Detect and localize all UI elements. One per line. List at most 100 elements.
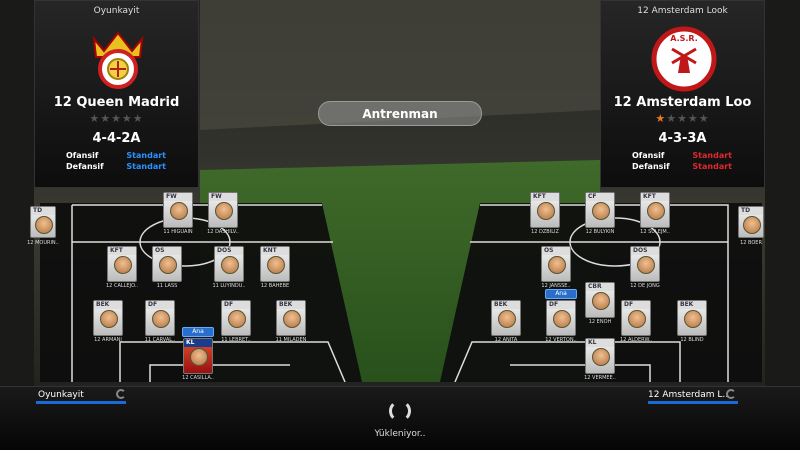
- player-face: [228, 310, 246, 328]
- right-player-card[interactable]: KL: [585, 338, 615, 374]
- player-position: DF: [222, 301, 250, 309]
- player-face: [267, 256, 285, 274]
- right-owner-name: 12 Amsterdam Look: [637, 6, 728, 16]
- offense-label: Ofansif: [66, 151, 99, 160]
- player-name-label: 12 VERTON..: [545, 337, 577, 343]
- player-position: BEK: [277, 301, 305, 309]
- player-position: DF: [146, 301, 174, 309]
- left-player-card[interactable]: DOS: [214, 246, 244, 282]
- right-player-card[interactable]: CBR: [585, 282, 615, 318]
- right-sub-card[interactable]: TD: [738, 206, 764, 238]
- player-position: BEK: [678, 301, 706, 309]
- player-name-label: 12 CALLEJO..: [106, 283, 138, 289]
- player-name-label: 11 LUYINDU..: [212, 283, 246, 289]
- right-player-card[interactable]: BEK: [491, 300, 521, 336]
- player-face: [114, 256, 132, 274]
- left-player-card[interactable]: OS: [152, 246, 182, 282]
- player-face: [159, 256, 177, 274]
- player-position: DF: [622, 301, 650, 309]
- left-player-card[interactable]: BEK: [276, 300, 306, 336]
- left-sub-card[interactable]: TD: [30, 206, 56, 238]
- player-face: [592, 202, 610, 220]
- player-name-label: 12 DZBILIZ: [531, 229, 559, 235]
- player-position: CBR: [586, 283, 614, 291]
- left-player-card[interactable]: DF: [221, 300, 251, 336]
- left-sub-label: 12 MOURIN..: [27, 240, 59, 246]
- player-face: [592, 348, 610, 366]
- player-face: [100, 310, 118, 328]
- left-player-card[interactable]: BEK: [93, 300, 123, 336]
- player-position: FW: [209, 193, 237, 201]
- player-face: [498, 310, 516, 328]
- training-mode-banner[interactable]: Antrenman: [318, 101, 482, 126]
- player-face: [283, 310, 301, 328]
- left-player-card[interactable]: KFT: [107, 246, 137, 282]
- left-player-card[interactable]: FW: [163, 192, 193, 228]
- defense-value: Standart: [126, 162, 166, 171]
- player-position: CF: [586, 193, 614, 201]
- player-name-label: 12 CASILLA..: [182, 375, 214, 381]
- player-face: [553, 310, 571, 328]
- left-progress-bar: [36, 401, 126, 404]
- captain-badge: Ana: [182, 327, 214, 337]
- player-name-label: 11 LEBRET..: [221, 337, 251, 343]
- left-player-card[interactable]: KL: [183, 338, 213, 374]
- left-player-card[interactable]: FW: [208, 192, 238, 228]
- left-owner-name: Oyunkayit: [93, 6, 140, 16]
- player-position: DOS: [215, 247, 243, 255]
- right-sub-label: 12 BOER: [740, 240, 762, 246]
- player-name-label: 12 BLIND: [680, 337, 704, 343]
- defense-label: Defansif: [66, 162, 104, 171]
- player-face: [548, 256, 566, 274]
- player-position: KFT: [641, 193, 669, 201]
- player-face: [190, 348, 208, 366]
- player-position: KNT: [261, 247, 289, 255]
- player-name-label: 12 ARMANI: [94, 337, 122, 343]
- player-face: [743, 216, 761, 234]
- player-name-label: 12 BULYKIN: [585, 229, 615, 235]
- left-formation[interactable]: 4-4-2A: [35, 131, 198, 146]
- player-face: [628, 310, 646, 328]
- defense-label: Defansif: [632, 162, 670, 171]
- player-position: BEK: [94, 301, 122, 309]
- player-face: [684, 310, 702, 328]
- right-player-card[interactable]: DF: [621, 300, 651, 336]
- right-player-card[interactable]: DOS: [630, 246, 660, 282]
- left-refresh-icon[interactable]: [116, 389, 126, 399]
- right-player-card[interactable]: KFT: [530, 192, 560, 228]
- player-position: DOS: [631, 247, 659, 255]
- player-position: KL: [586, 339, 614, 347]
- bottom-bar: Oyunkayit 12 Amsterdam L.. Yükleniyor..: [0, 386, 800, 450]
- player-face: [647, 202, 665, 220]
- player-face: [221, 256, 239, 274]
- svg-text:A.S.R.: A.S.R.: [670, 34, 698, 43]
- player-face: [637, 256, 655, 274]
- right-player-name: 12 Amsterdam L..: [648, 390, 729, 400]
- player-face: [35, 216, 53, 234]
- player-name-label: 11 CARVAL..: [144, 337, 176, 343]
- left-player-card[interactable]: KNT: [260, 246, 290, 282]
- player-face: [537, 202, 555, 220]
- right-player-card[interactable]: KFT: [640, 192, 670, 228]
- player-name-label: 12 ANITA: [494, 337, 518, 343]
- left-player-card[interactable]: DF: [145, 300, 175, 336]
- player-position: DF: [547, 301, 575, 309]
- captain-badge: Ana: [545, 289, 577, 299]
- player-name-label: 11 HIGUAIN: [163, 229, 193, 235]
- player-position: KFT: [531, 193, 559, 201]
- right-player-card[interactable]: DF: [546, 300, 576, 336]
- sub-tag: TD: [31, 207, 55, 215]
- right-team-name: 12 Amsterdam Loo: [613, 95, 752, 110]
- right-player-card[interactable]: CF: [585, 192, 615, 228]
- sub-tag: TD: [739, 207, 763, 215]
- queen-madrid-crest-icon: [92, 31, 144, 89]
- right-formation[interactable]: 4-3-3A: [601, 131, 764, 146]
- right-player-card[interactable]: OS: [541, 246, 571, 282]
- right-refresh-icon[interactable]: [726, 389, 736, 399]
- right-player-card[interactable]: BEK: [677, 300, 707, 336]
- left-player-name: Oyunkayit: [38, 390, 84, 400]
- player-name-label: 12 BAHEBE: [260, 283, 290, 289]
- player-position: KL: [184, 339, 212, 347]
- loading-text: Yükleniyor..: [374, 429, 426, 439]
- player-name-label: 12 ALDERW..: [620, 337, 652, 343]
